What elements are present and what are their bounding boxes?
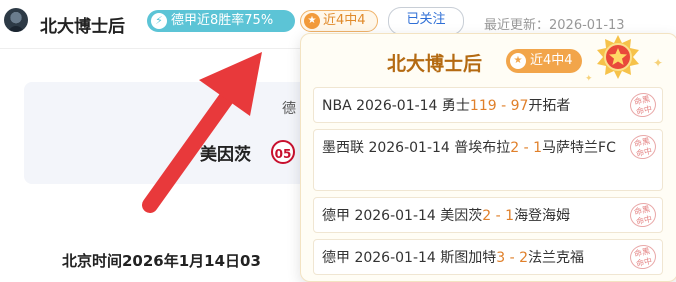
match-time: 北京时间2026年1月14日03: [62, 252, 261, 270]
streak-text: 近4中4: [323, 13, 366, 28]
follow-button[interactable]: 已关注: [388, 7, 464, 35]
sparkle-icon: ✦: [653, 56, 664, 70]
hit-stamp-icon: 命黑 命中: [627, 242, 659, 272]
hit-stamp-icon: 命黑 命中: [627, 132, 659, 162]
star-icon: ★: [304, 13, 320, 29]
avatar[interactable]: [4, 8, 28, 32]
medal-star-icon: [597, 35, 639, 79]
popup-streak-text: 近4中4: [530, 53, 573, 68]
bolt-icon: ⚡: [151, 13, 167, 29]
league-label: 德: [282, 101, 296, 117]
last-update: 最近更新：2026-01-13: [484, 18, 625, 33]
record-row[interactable]: 德甲 2026-01-14 美因茨2 - 1海登海姆 命黑 命中: [313, 197, 663, 233]
sparkle-icon: ✦: [585, 74, 593, 84]
record-row[interactable]: 墨西联 2026-01-14 普埃布拉2 - 1马萨特兰FC 命黑 命中: [313, 129, 663, 191]
home-team-name: 美因茨: [200, 145, 251, 165]
record-row[interactable]: NBA 2026-01-14 勇士119 - 97开拓者 命黑 命中: [313, 87, 663, 123]
team-logo-icon: 05: [271, 140, 295, 164]
popup-streak-badge: ★ 近4中4: [506, 49, 582, 73]
popup-title: 北大博士后: [387, 53, 483, 75]
win-rate-text: 德甲近8胜率75%: [171, 13, 274, 28]
win-rate-badge[interactable]: ⚡ 德甲近8胜率75%: [147, 10, 295, 32]
streak-badge[interactable]: ★ 近4中4: [300, 10, 378, 32]
author-record-popup: 北大博士后 ★ 近4中4 ✦ ✦ NBA 2026-01-14 勇士119 - …: [300, 33, 676, 282]
record-list: NBA 2026-01-14 勇士119 - 97开拓者 命黑 命中 墨西联 20…: [313, 87, 663, 281]
hit-stamp-icon: 命黑 命中: [627, 90, 659, 120]
hit-stamp-icon: 命黑 命中: [627, 200, 659, 230]
star-icon: ★: [510, 53, 526, 69]
match-card[interactable]: [24, 82, 324, 184]
record-row[interactable]: 德甲 2026-01-14 斯图加特3 - 2法兰克福 命黑 命中: [313, 239, 663, 275]
author-name[interactable]: 北大博士后: [40, 12, 125, 37]
